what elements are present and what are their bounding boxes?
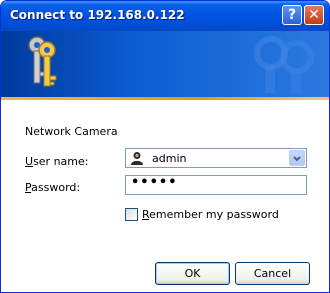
- close-icon[interactable]: ✕: [304, 5, 324, 25]
- user-name-combobox[interactable]: admin: [125, 148, 307, 168]
- banner: [1, 31, 329, 97]
- dialog-title: Connect to 192.168.0.122: [10, 8, 185, 22]
- password-label: Password:: [25, 181, 81, 194]
- user-icon: [131, 152, 143, 165]
- dropdown-button[interactable]: [289, 150, 305, 166]
- title-bar[interactable]: Connect to 192.168.0.122 ? ✕: [1, 1, 329, 31]
- help-icon[interactable]: ?: [282, 5, 302, 25]
- password-value: •••••: [131, 175, 178, 190]
- keys-icon: [28, 36, 57, 87]
- user-name-label: User name:: [25, 155, 89, 168]
- login-dialog: Connect to 192.168.0.122 ? ✕ Network Cam…: [0, 0, 330, 293]
- user-name-value: admin: [152, 152, 187, 165]
- remember-password-checkbox[interactable]: [125, 208, 138, 221]
- ok-button[interactable]: OK: [155, 262, 230, 285]
- chevron-down-icon: [293, 156, 301, 162]
- remember-password-label[interactable]: Remember my password: [142, 208, 279, 221]
- realm-label: Network Camera: [25, 125, 118, 138]
- banner-watermark-icon: [254, 36, 314, 93]
- cancel-button[interactable]: Cancel: [235, 262, 310, 285]
- password-field[interactable]: •••••: [125, 175, 307, 195]
